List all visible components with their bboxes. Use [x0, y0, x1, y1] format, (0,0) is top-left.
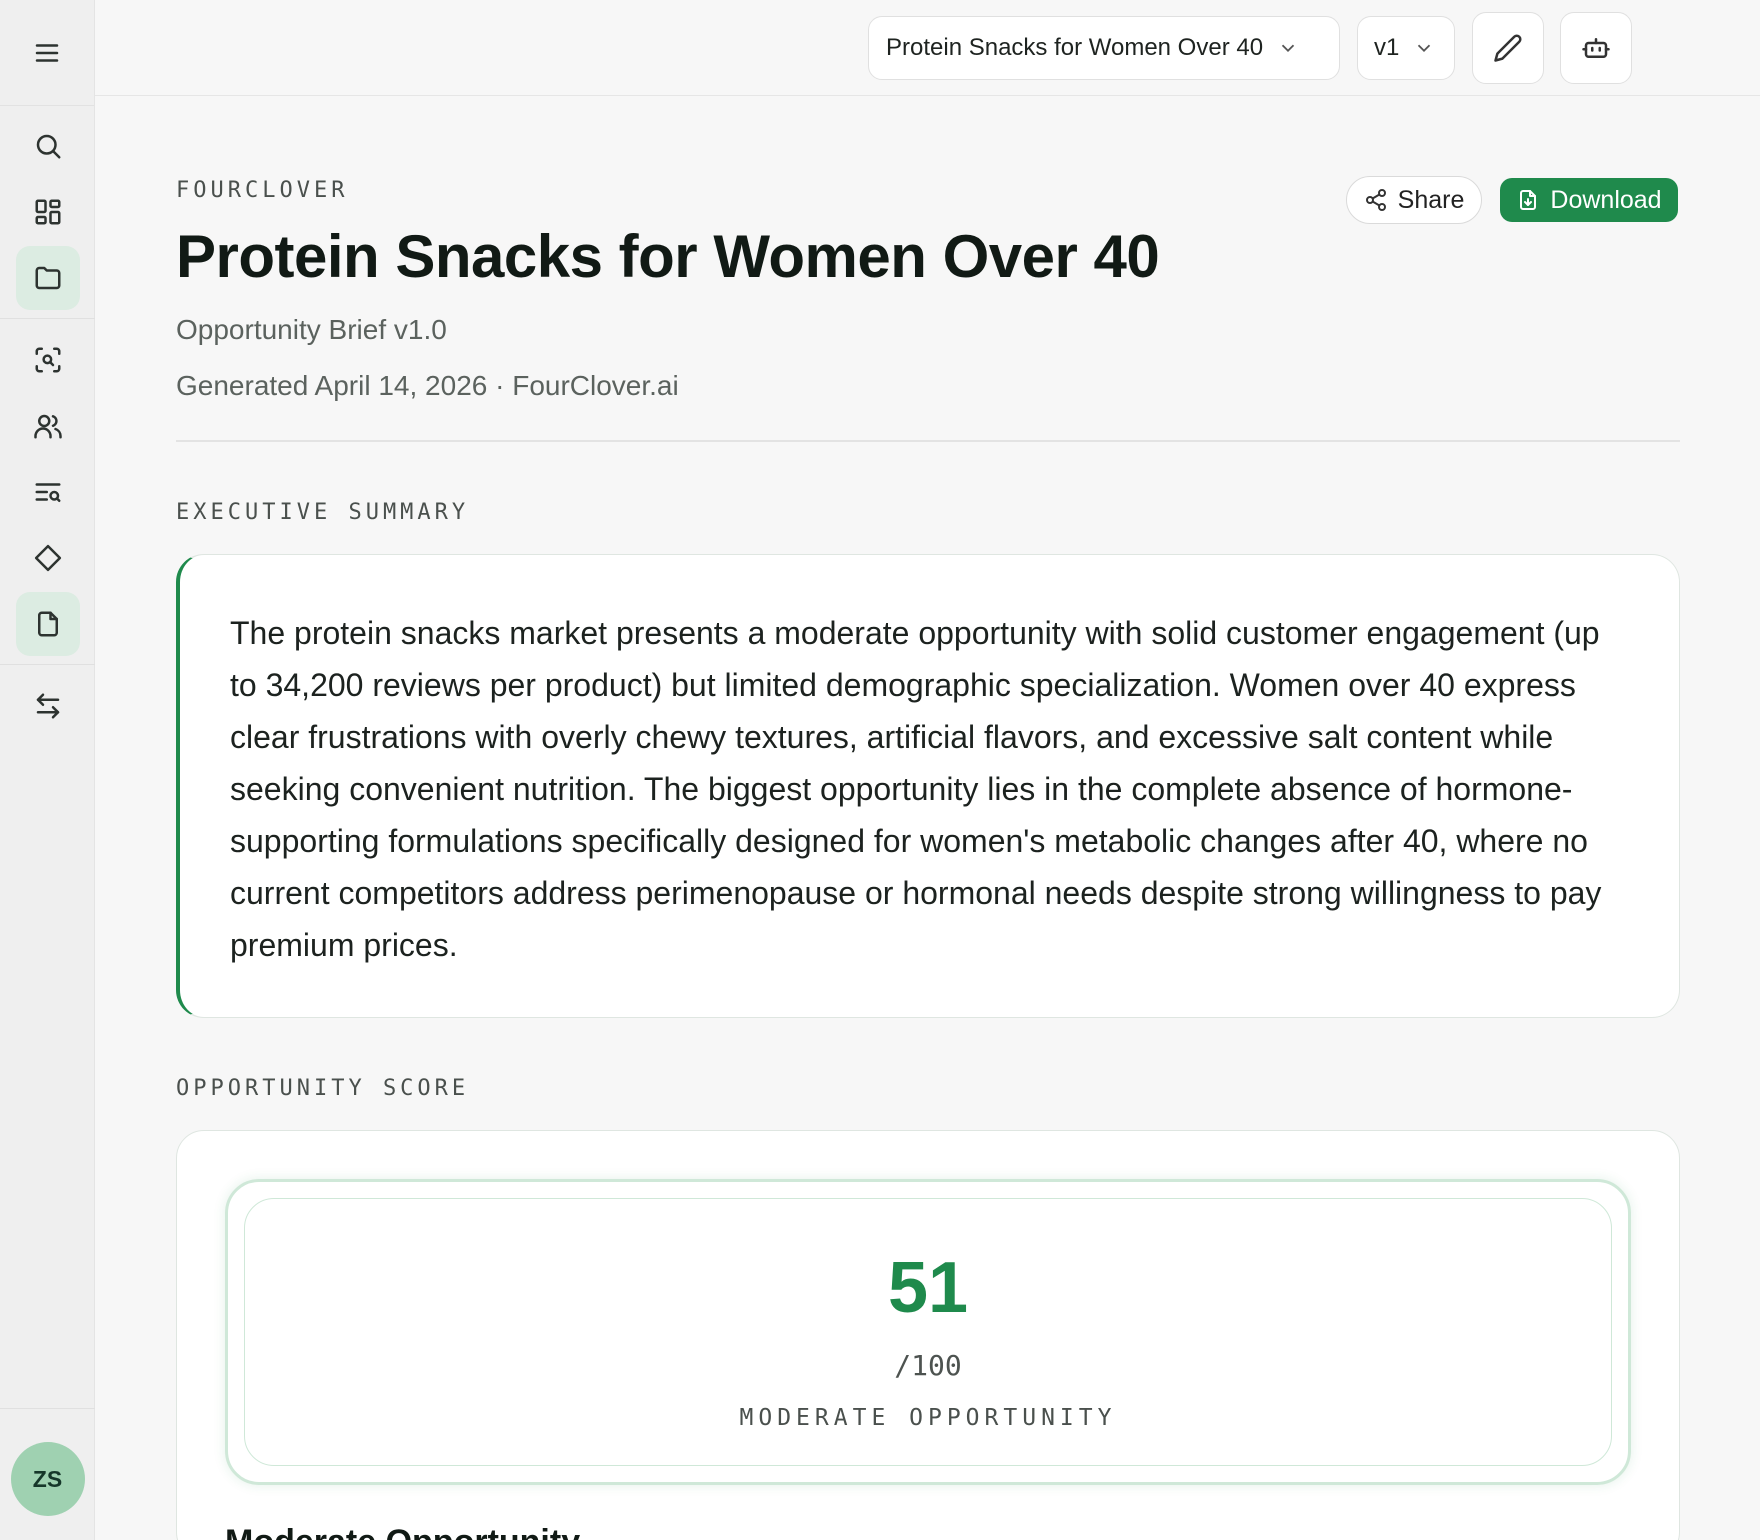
- download-label: Download: [1550, 185, 1662, 214]
- sidebar-item-scan[interactable]: [16, 328, 80, 392]
- sidebar-item-dashboard[interactable]: [16, 180, 80, 244]
- download-button[interactable]: Download: [1500, 178, 1678, 222]
- menu-icon[interactable]: [15, 21, 79, 85]
- share-button[interactable]: Share: [1346, 176, 1482, 224]
- share-label: Share: [1397, 185, 1465, 214]
- score-value: 51: [887, 1248, 969, 1328]
- sidebar-item-projects[interactable]: [16, 246, 80, 310]
- pencil-icon: [1494, 34, 1522, 62]
- sidebar-item-briefs[interactable]: [16, 592, 80, 656]
- version-select[interactable]: v1: [1357, 16, 1455, 80]
- score-label: MODERATE OPPORTUNITY: [739, 1405, 1117, 1431]
- sidebar-item-opportunities[interactable]: [16, 526, 80, 590]
- assistant-button[interactable]: [1560, 12, 1632, 84]
- users-icon: [34, 414, 62, 439]
- scan-search-icon: [35, 347, 61, 373]
- brand-label: FOURCLOVER: [176, 178, 349, 203]
- text-search-icon: [35, 483, 61, 502]
- bot-icon: [1582, 38, 1610, 58]
- page-title: Protein Snacks for Women Over 40: [176, 223, 1160, 290]
- score-detail-heading: Moderate Opportunity: [225, 1523, 580, 1540]
- project-select-value: Protein Snacks for Women Over 40: [886, 34, 1264, 61]
- opportunity-score-heading: OPPORTUNITY SCORE: [176, 1076, 470, 1101]
- grid-icon: [35, 199, 61, 225]
- opportunity-score-card: 51 /100 MODERATE OPPORTUNITY Moderate Op…: [176, 1130, 1680, 1540]
- sidebar-header: [0, 0, 94, 106]
- share-icon: [1365, 189, 1386, 211]
- sidebar-item-compare[interactable]: [16, 674, 80, 738]
- search-icon: [36, 134, 61, 159]
- score-frame: 51 /100 MODERATE OPPORTUNITY: [225, 1179, 1631, 1485]
- chevron-down-icon: [1281, 44, 1295, 53]
- project-select[interactable]: Protein Snacks for Women Over 40: [868, 16, 1340, 80]
- brief-version: Opportunity Brief v1.0: [176, 314, 447, 345]
- edit-button[interactable]: [1472, 12, 1544, 84]
- sidebar: ZS: [0, 0, 95, 1540]
- file-icon: [38, 611, 58, 637]
- generated-meta: Generated April 14, 2026 · FourClover.ai: [176, 370, 679, 401]
- version-select-value: v1: [1374, 34, 1400, 61]
- file-download-icon: [1520, 190, 1537, 210]
- folder-icon: [35, 266, 61, 290]
- sidebar-item-research[interactable]: [16, 460, 80, 524]
- score-panel: 51 /100 MODERATE OPPORTUNITY: [244, 1198, 1612, 1466]
- diamond-icon: [34, 544, 62, 572]
- avatar[interactable]: ZS: [10, 1442, 85, 1516]
- executive-summary-text: The protein snacks market presents a mod…: [230, 615, 1602, 963]
- sidebar-item-audience[interactable]: [16, 394, 80, 458]
- chevron-down-icon: [1418, 44, 1431, 53]
- swap-icon: [36, 693, 60, 719]
- score-max: /100: [894, 1349, 962, 1382]
- sidebar-divider: [0, 664, 95, 665]
- executive-summary-card: The protein snacks market presents a mod…: [176, 554, 1680, 1018]
- sidebar-divider: [0, 318, 95, 319]
- executive-summary-heading: EXECUTIVE SUMMARY: [176, 500, 470, 525]
- header-divider: [176, 440, 1680, 442]
- top-bar: Protein Snacks for Women Over 40 v1: [95, 0, 1760, 96]
- sidebar-item-search[interactable]: [16, 114, 80, 178]
- sidebar-footer: ZS: [0, 1408, 95, 1540]
